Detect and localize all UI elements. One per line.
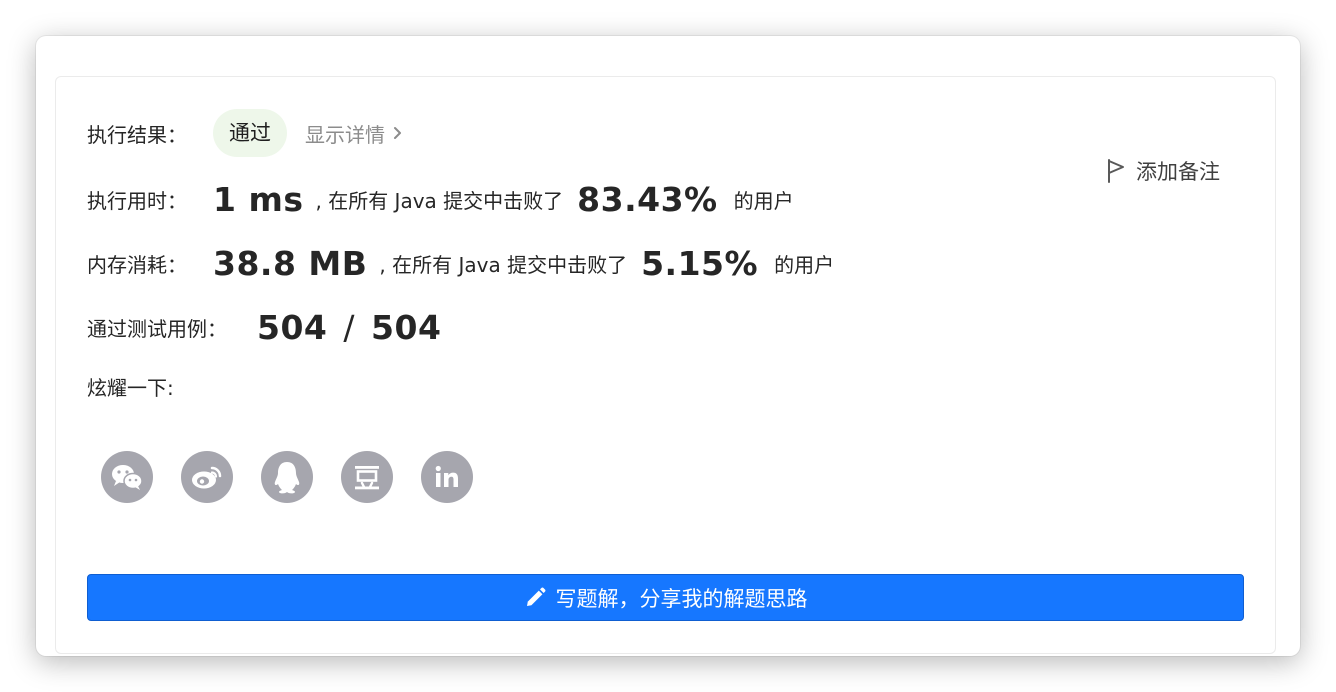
result-window: 执行结果： 通过 显示详情 添加备注 执行用时： 1 ms , 在所有 Java… — [36, 36, 1300, 656]
result-label: 执行结果： — [87, 122, 187, 147]
qq-icon[interactable] — [261, 451, 313, 503]
submission-result-card: 执行结果： 通过 显示详情 添加备注 执行用时： 1 ms , 在所有 Java… — [55, 76, 1276, 654]
write-solution-button[interactable]: 写题解，分享我的解题思路 — [87, 574, 1244, 621]
runtime-percent: 83.43% — [577, 179, 718, 219]
write-solution-label: 写题解，分享我的解题思路 — [555, 586, 808, 611]
memory-label: 内存消耗： — [87, 252, 187, 277]
testcases-row: 通过测试用例： 504 / 504 — [87, 305, 441, 349]
show-details-label: 显示详情 — [305, 122, 385, 147]
linkedin-icon[interactable] — [421, 451, 473, 503]
runtime-beat-text: , 在所有 Java 提交中击败了 — [315, 188, 564, 213]
memory-users-text: 的用户 — [774, 252, 835, 277]
share-row: 炫耀一下: — [87, 369, 174, 403]
memory-row: 内存消耗： 38.8 MB , 在所有 Java 提交中击败了 5.15% 的用… — [87, 241, 834, 285]
pencil-icon — [524, 587, 546, 609]
chevron-right-icon — [393, 126, 402, 140]
weibo-icon[interactable] — [181, 451, 233, 503]
add-note-label: 添加备注 — [1136, 160, 1220, 184]
testcases-passed: 504 — [257, 307, 328, 347]
wechat-icon[interactable] — [101, 451, 153, 503]
runtime-users-text: 的用户 — [733, 188, 794, 213]
runtime-label: 执行用时： — [87, 188, 187, 213]
douban-icon[interactable] — [341, 451, 393, 503]
show-details-link[interactable]: 显示详情 — [305, 119, 402, 148]
share-icons — [101, 451, 473, 503]
share-label: 炫耀一下: — [87, 375, 174, 400]
memory-percent: 5.15% — [641, 243, 759, 283]
status-badge: 通过 — [213, 109, 287, 157]
add-note-button[interactable]: 添加备注 — [1106, 156, 1220, 186]
flag-icon — [1106, 158, 1126, 184]
testcases-separator: / — [343, 307, 356, 347]
runtime-row: 执行用时： 1 ms , 在所有 Java 提交中击败了 83.43% 的用户 — [87, 177, 794, 221]
runtime-value: 1 ms — [213, 179, 304, 219]
result-row: 执行结果： 通过 显示详情 — [87, 108, 402, 158]
memory-beat-text: , 在所有 Java 提交中击败了 — [379, 252, 628, 277]
testcases-label: 通过测试用例： — [87, 316, 227, 341]
testcases-total: 504 — [371, 307, 442, 347]
memory-value: 38.8 MB — [213, 243, 368, 283]
